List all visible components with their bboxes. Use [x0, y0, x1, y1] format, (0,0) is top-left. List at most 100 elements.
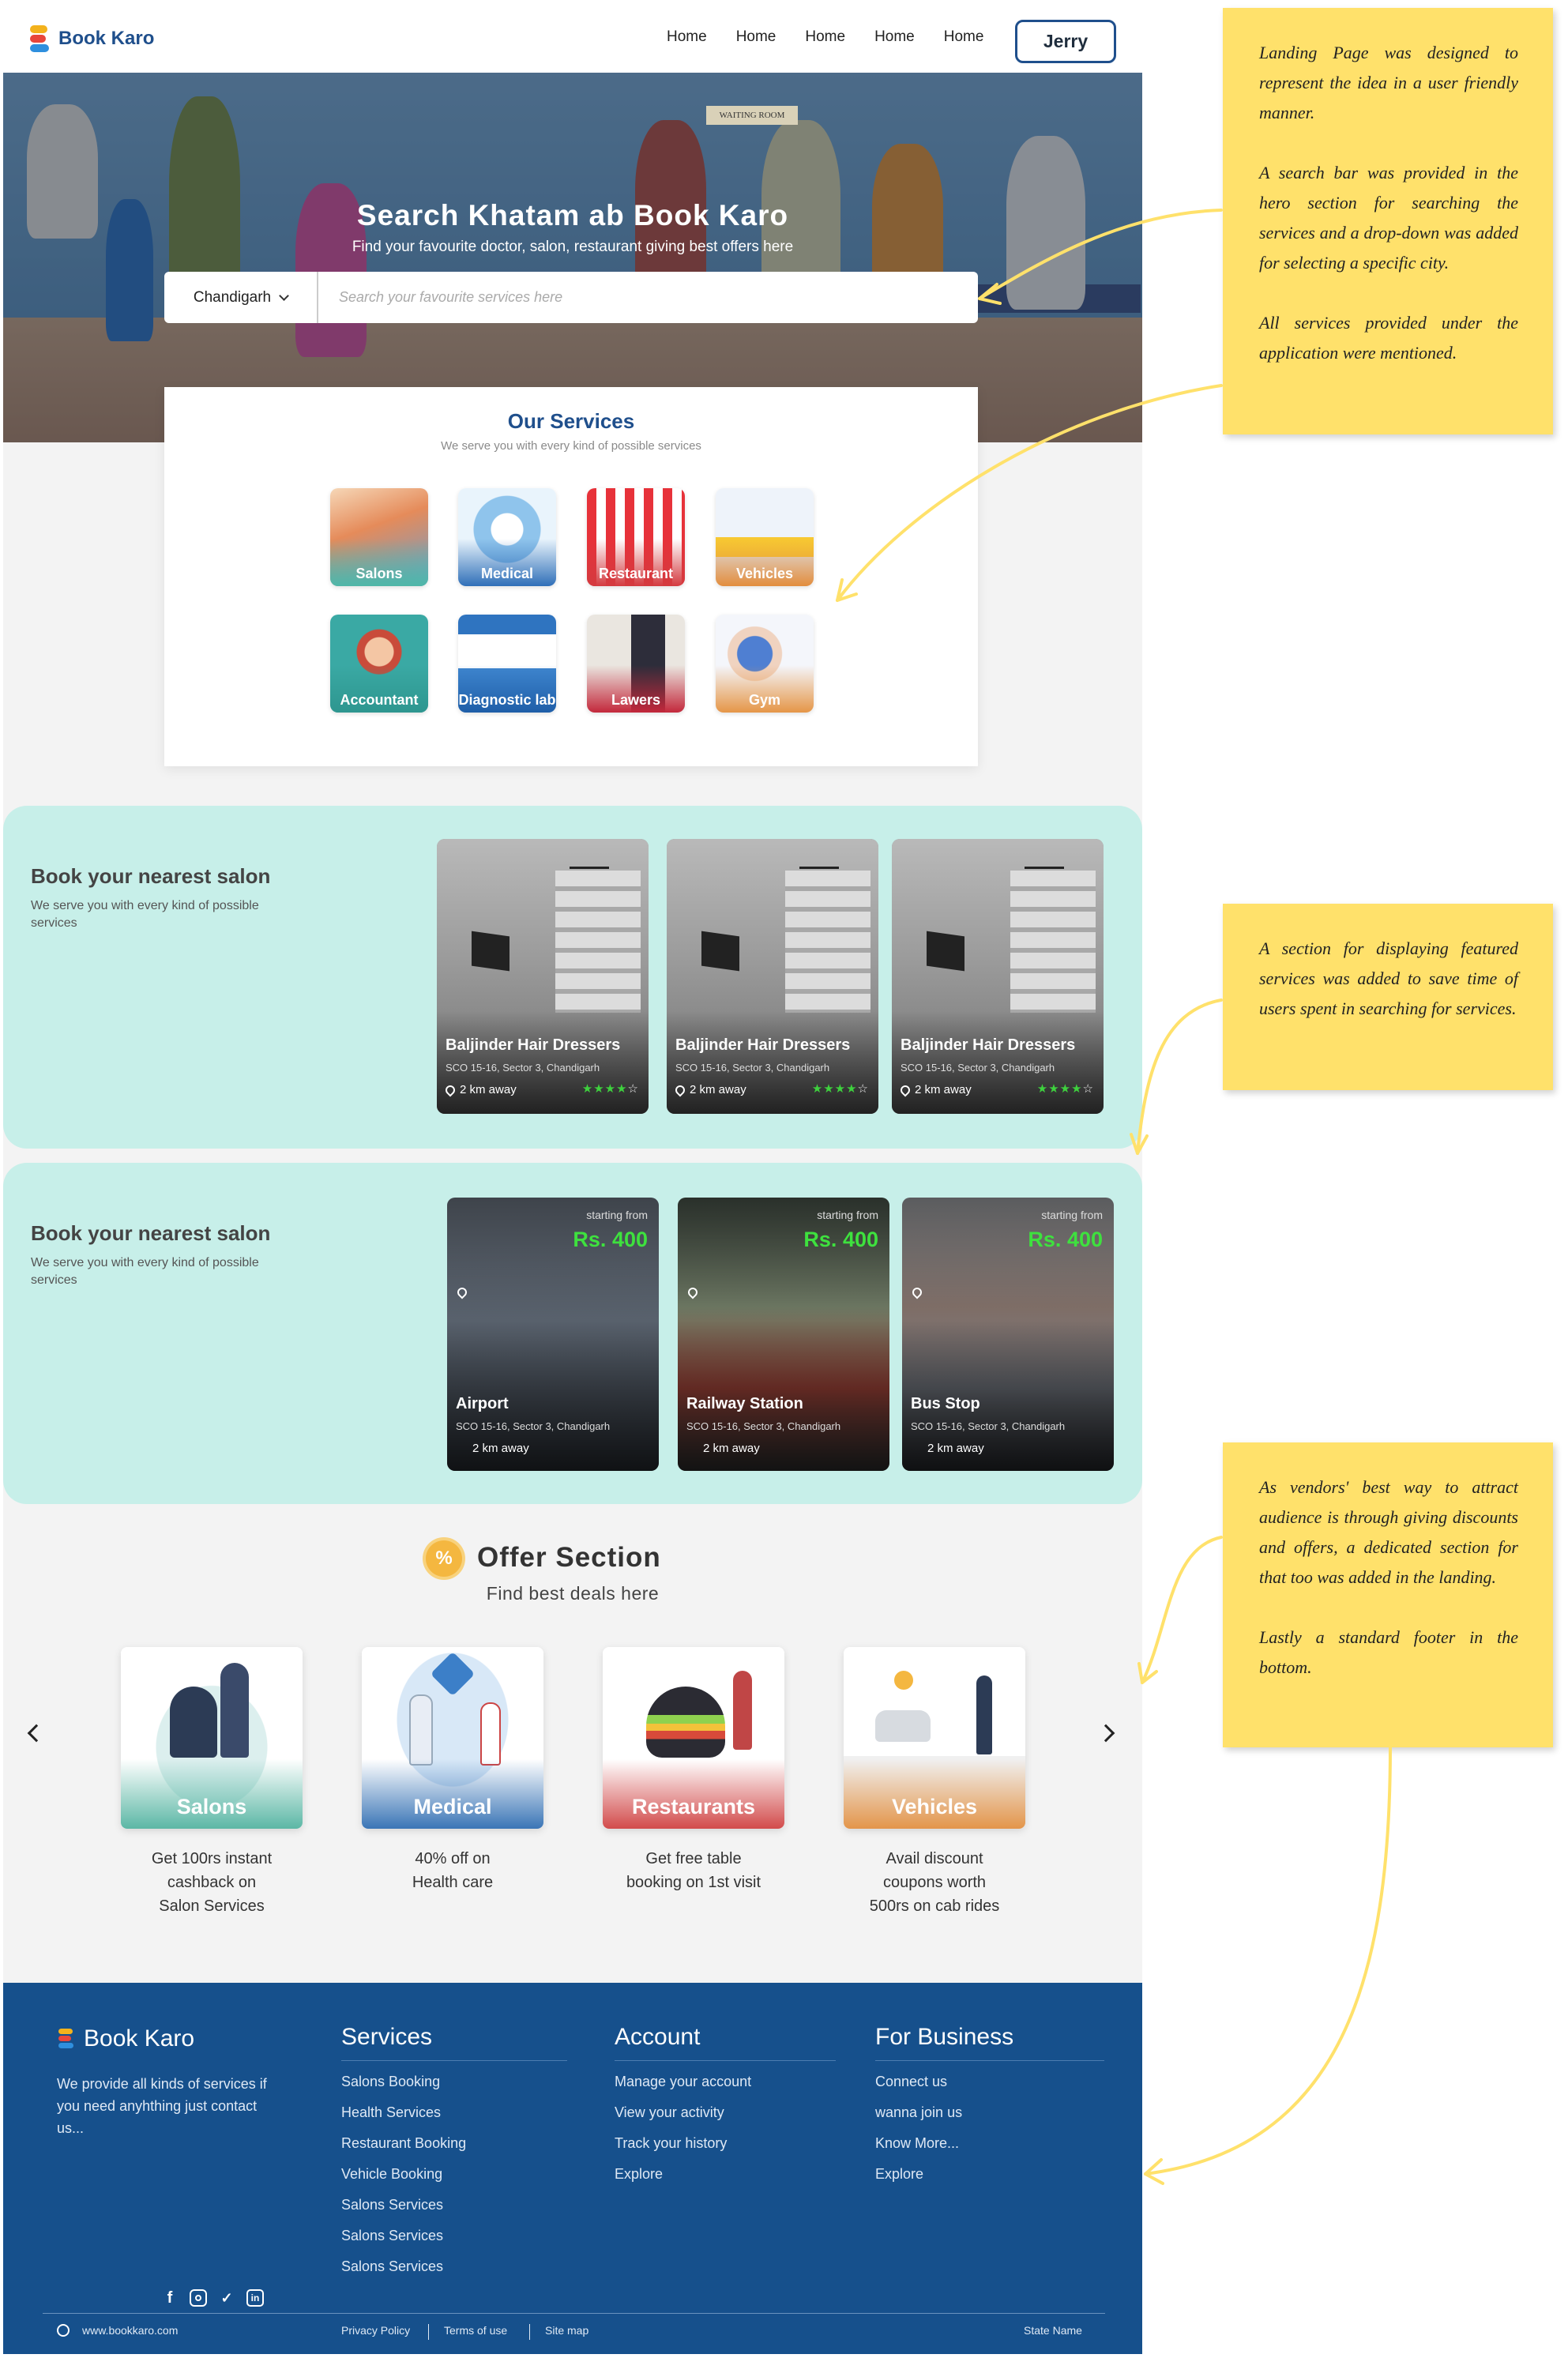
salon-card[interactable]: Baljinder Hair Dressers SCO 15-16, Secto…: [892, 839, 1104, 1114]
search-input[interactable]: [318, 272, 978, 323]
salon-card[interactable]: Baljinder Hair Dressers SCO 15-16, Secto…: [667, 839, 878, 1114]
nav-link-home[interactable]: Home: [874, 28, 915, 46]
ride-card-railway-station[interactable]: starting from Rs. 400 Railway Station SC…: [678, 1198, 889, 1471]
service-tile-gym[interactable]: Gym: [716, 615, 814, 713]
offer-subtitle: Find best deals here: [486, 1583, 660, 1604]
nav-link-home[interactable]: Home: [944, 28, 984, 46]
offer-label: Restaurants: [631, 1795, 756, 1818]
privacy-policy-link[interactable]: Privacy Policy: [341, 2324, 410, 2337]
nav-link-home[interactable]: Home: [667, 28, 707, 46]
website-link[interactable]: www.bookkaro.com: [82, 2324, 178, 2337]
offer-card-vehicles[interactable]: Vehicles: [844, 1647, 1025, 1829]
footer-link[interactable]: Track your history: [615, 2135, 836, 2166]
footer-link[interactable]: Health Services: [341, 2104, 567, 2135]
service-label: Diagnostic lab: [458, 692, 556, 708]
featured-salons-section: Book your nearest salon We serve you wit…: [3, 806, 1142, 1149]
footer-brand[interactable]: Book Karo: [57, 2025, 194, 2052]
terms-link[interactable]: Terms of use: [444, 2324, 507, 2337]
price: Rs. 400: [803, 1228, 878, 1251]
salon-distance: 2 km away: [460, 1083, 517, 1096]
ride-distance: 2 km away: [703, 1442, 760, 1455]
salon-distance: 2 km away: [690, 1083, 746, 1096]
footer-link[interactable]: Manage your account: [615, 2074, 836, 2104]
annotation-note-featured: A section for displaying featured servic…: [1223, 904, 1553, 1090]
footer-link[interactable]: Explore: [615, 2166, 836, 2197]
discount-badge-icon: %: [426, 1540, 462, 1577]
starting-from-label: starting from: [817, 1209, 878, 1221]
arrow-to-offers: [1141, 1536, 1223, 1684]
offer-card-restaurants[interactable]: Restaurants: [603, 1647, 784, 1829]
instagram-icon[interactable]: [190, 2289, 207, 2307]
service-label: Accountant: [340, 692, 419, 708]
price: Rs. 400: [1028, 1228, 1103, 1251]
hero-subtitle: Find your favourite doctor, salon, resta…: [352, 239, 794, 255]
service-tile-diagnostic-lab[interactable]: Diagnostic lab: [458, 615, 556, 713]
footer-link[interactable]: wanna join us: [875, 2104, 1104, 2135]
footer-link[interactable]: Salons Services: [341, 2258, 567, 2289]
offer-header: % Offer Section: [3, 1540, 1142, 1577]
services-subtitle: We serve you with every kind of possible…: [441, 439, 701, 453]
service-tile-lawers[interactable]: Lawers: [587, 615, 685, 713]
offer-label: Salons: [176, 1795, 247, 1818]
ride-card-bus-stop[interactable]: starting from Rs. 400 Bus Stop SCO 15-16…: [902, 1198, 1114, 1471]
footer-about: We provide all kinds of services if you …: [57, 2076, 267, 2136]
service-tile-vehicles[interactable]: Vehicles: [716, 488, 814, 586]
hero-title: Search Khatam ab Book Karo: [356, 199, 789, 231]
footer-column-title: For Business: [875, 2024, 1104, 2061]
salon-address: SCO 15-16, Sector 3, Chandigarh: [675, 1062, 830, 1074]
footer-link[interactable]: Salons Services: [341, 2197, 567, 2228]
service-label: Gym: [748, 692, 781, 708]
nav-link-home[interactable]: Home: [736, 28, 776, 46]
coin-icon: [894, 1671, 913, 1690]
service-tile-salons[interactable]: Salons: [330, 488, 428, 586]
footer-column-account: Account Manage your account View your ac…: [615, 2024, 836, 2197]
service-tile-accountant[interactable]: Accountant: [330, 615, 428, 713]
footer-link[interactable]: Explore: [875, 2166, 1104, 2197]
footer-column-business: For Business Connect us wanna join us Kn…: [875, 2024, 1104, 2197]
sitemap-link[interactable]: Site map: [545, 2324, 588, 2337]
state-name: State Name: [1024, 2324, 1082, 2337]
services-card: Our Services We serve you with every kin…: [164, 387, 978, 766]
footer-link[interactable]: Salons Booking: [341, 2074, 567, 2104]
footer-link[interactable]: Know More...: [875, 2135, 1104, 2166]
footer-separator: [428, 2324, 429, 2340]
salon-card[interactable]: Baljinder Hair Dressers SCO 15-16, Secto…: [437, 839, 649, 1114]
social-links: f ✓ in: [161, 2289, 264, 2307]
ride-address: SCO 15-16, Sector 3, Chandigarh: [911, 1420, 1066, 1432]
logo-icon: [57, 2027, 76, 2051]
services-title: Our Services: [507, 409, 635, 433]
carousel-next-button[interactable]: [1090, 1717, 1122, 1749]
offer-card-medical[interactable]: Medical: [362, 1647, 543, 1829]
footer-link[interactable]: View your activity: [615, 2104, 836, 2135]
nav-link-home[interactable]: Home: [805, 28, 845, 46]
service-tile-restaurant[interactable]: Restaurant: [587, 488, 685, 586]
footer-link[interactable]: Vehicle Booking: [341, 2166, 567, 2197]
linkedin-icon[interactable]: in: [246, 2289, 264, 2307]
arrow-to-footer: [1144, 1746, 1392, 2176]
salon-address: SCO 15-16, Sector 3, Chandigarh: [901, 1062, 1055, 1074]
facebook-icon[interactable]: f: [161, 2289, 179, 2307]
footer-link[interactable]: Salons Services: [341, 2228, 567, 2258]
offer-card-salons[interactable]: Salons: [121, 1647, 303, 1829]
globe-icon: [57, 2324, 70, 2337]
user-button[interactable]: Jerry: [1015, 20, 1116, 63]
ride-name: Railway Station: [686, 1395, 803, 1412]
canvas: Book Karo Home Home Home Home Home Jerry: [0, 0, 1568, 2358]
service-tile-medical[interactable]: Medical: [458, 488, 556, 586]
footer-link[interactable]: Restaurant Booking: [341, 2135, 567, 2166]
starting-from-label: starting from: [1041, 1209, 1103, 1221]
ride-distance: 2 km away: [472, 1442, 529, 1455]
ride-name: Bus Stop: [911, 1395, 980, 1412]
offer-description: Get free table booking on 1st visit: [626, 1850, 761, 1891]
city-dropdown[interactable]: Chandigarh: [164, 272, 318, 323]
service-label: Salons: [355, 566, 403, 581]
footer-link[interactable]: Connect us: [875, 2074, 1104, 2104]
ride-card-airport[interactable]: starting from Rs. 400 Airport SCO 15-16,…: [447, 1198, 659, 1471]
carousel-prev-button[interactable]: [21, 1717, 52, 1749]
brand-logo[interactable]: Book Karo: [27, 24, 154, 54]
navbar: Book Karo Home Home Home Home Home Jerry: [3, 3, 1142, 73]
section-title: Book your nearest salon: [31, 864, 271, 888]
car-icon: [875, 1710, 931, 1742]
arrow-to-featured: [1136, 998, 1223, 1155]
twitter-icon[interactable]: ✓: [218, 2289, 235, 2307]
